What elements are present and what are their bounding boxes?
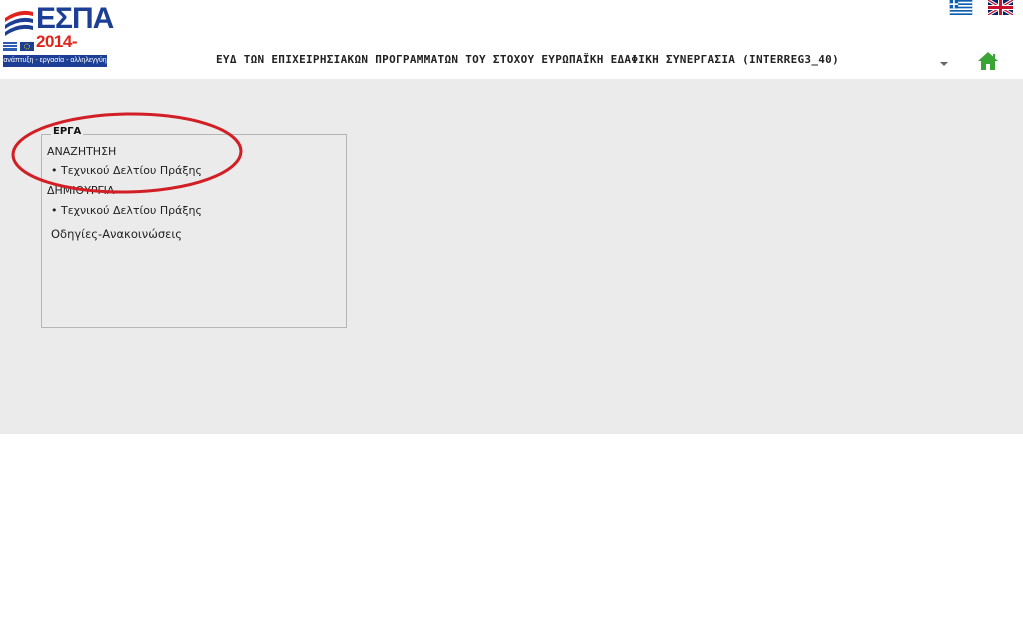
logo-title: ΕΣΠΑ	[36, 2, 114, 35]
chevron-down-icon[interactable]	[940, 62, 948, 66]
red-circle-annotation	[11, 112, 243, 194]
greek-flag-icon[interactable]	[949, 0, 973, 15]
guidelines-announcements-link[interactable]: Οδηγίες-Ανακοινώσεις	[51, 227, 182, 241]
espa-logo[interactable]: ΕΣΠΑ 2014-2020 ανάπτυξη - εργασία - αλλη…	[3, 2, 114, 71]
espa-swoosh-icon	[5, 10, 33, 36]
eu-flags-icon	[3, 42, 34, 51]
uk-flag-icon[interactable]	[988, 0, 1013, 15]
program-title[interactable]: ΕΥΔ ΤΩΝ ΕΠΙΧΕΙΡΗΣΙΑΚΩΝ ΠΡΟΓΡΑΜΜΑΤΩΝ ΤΟΥ …	[216, 53, 839, 66]
create-technical-sheet-link[interactable]: • Τεχνικού Δελτίου Πράξης	[51, 204, 202, 217]
header: ΕΣΠΑ 2014-2020 ανάπτυξη - εργασία - αλλη…	[0, 0, 1023, 79]
logo-tagline: ανάπτυξη - εργασία - αλληλεγγύη	[3, 55, 107, 67]
home-icon[interactable]	[977, 51, 999, 71]
